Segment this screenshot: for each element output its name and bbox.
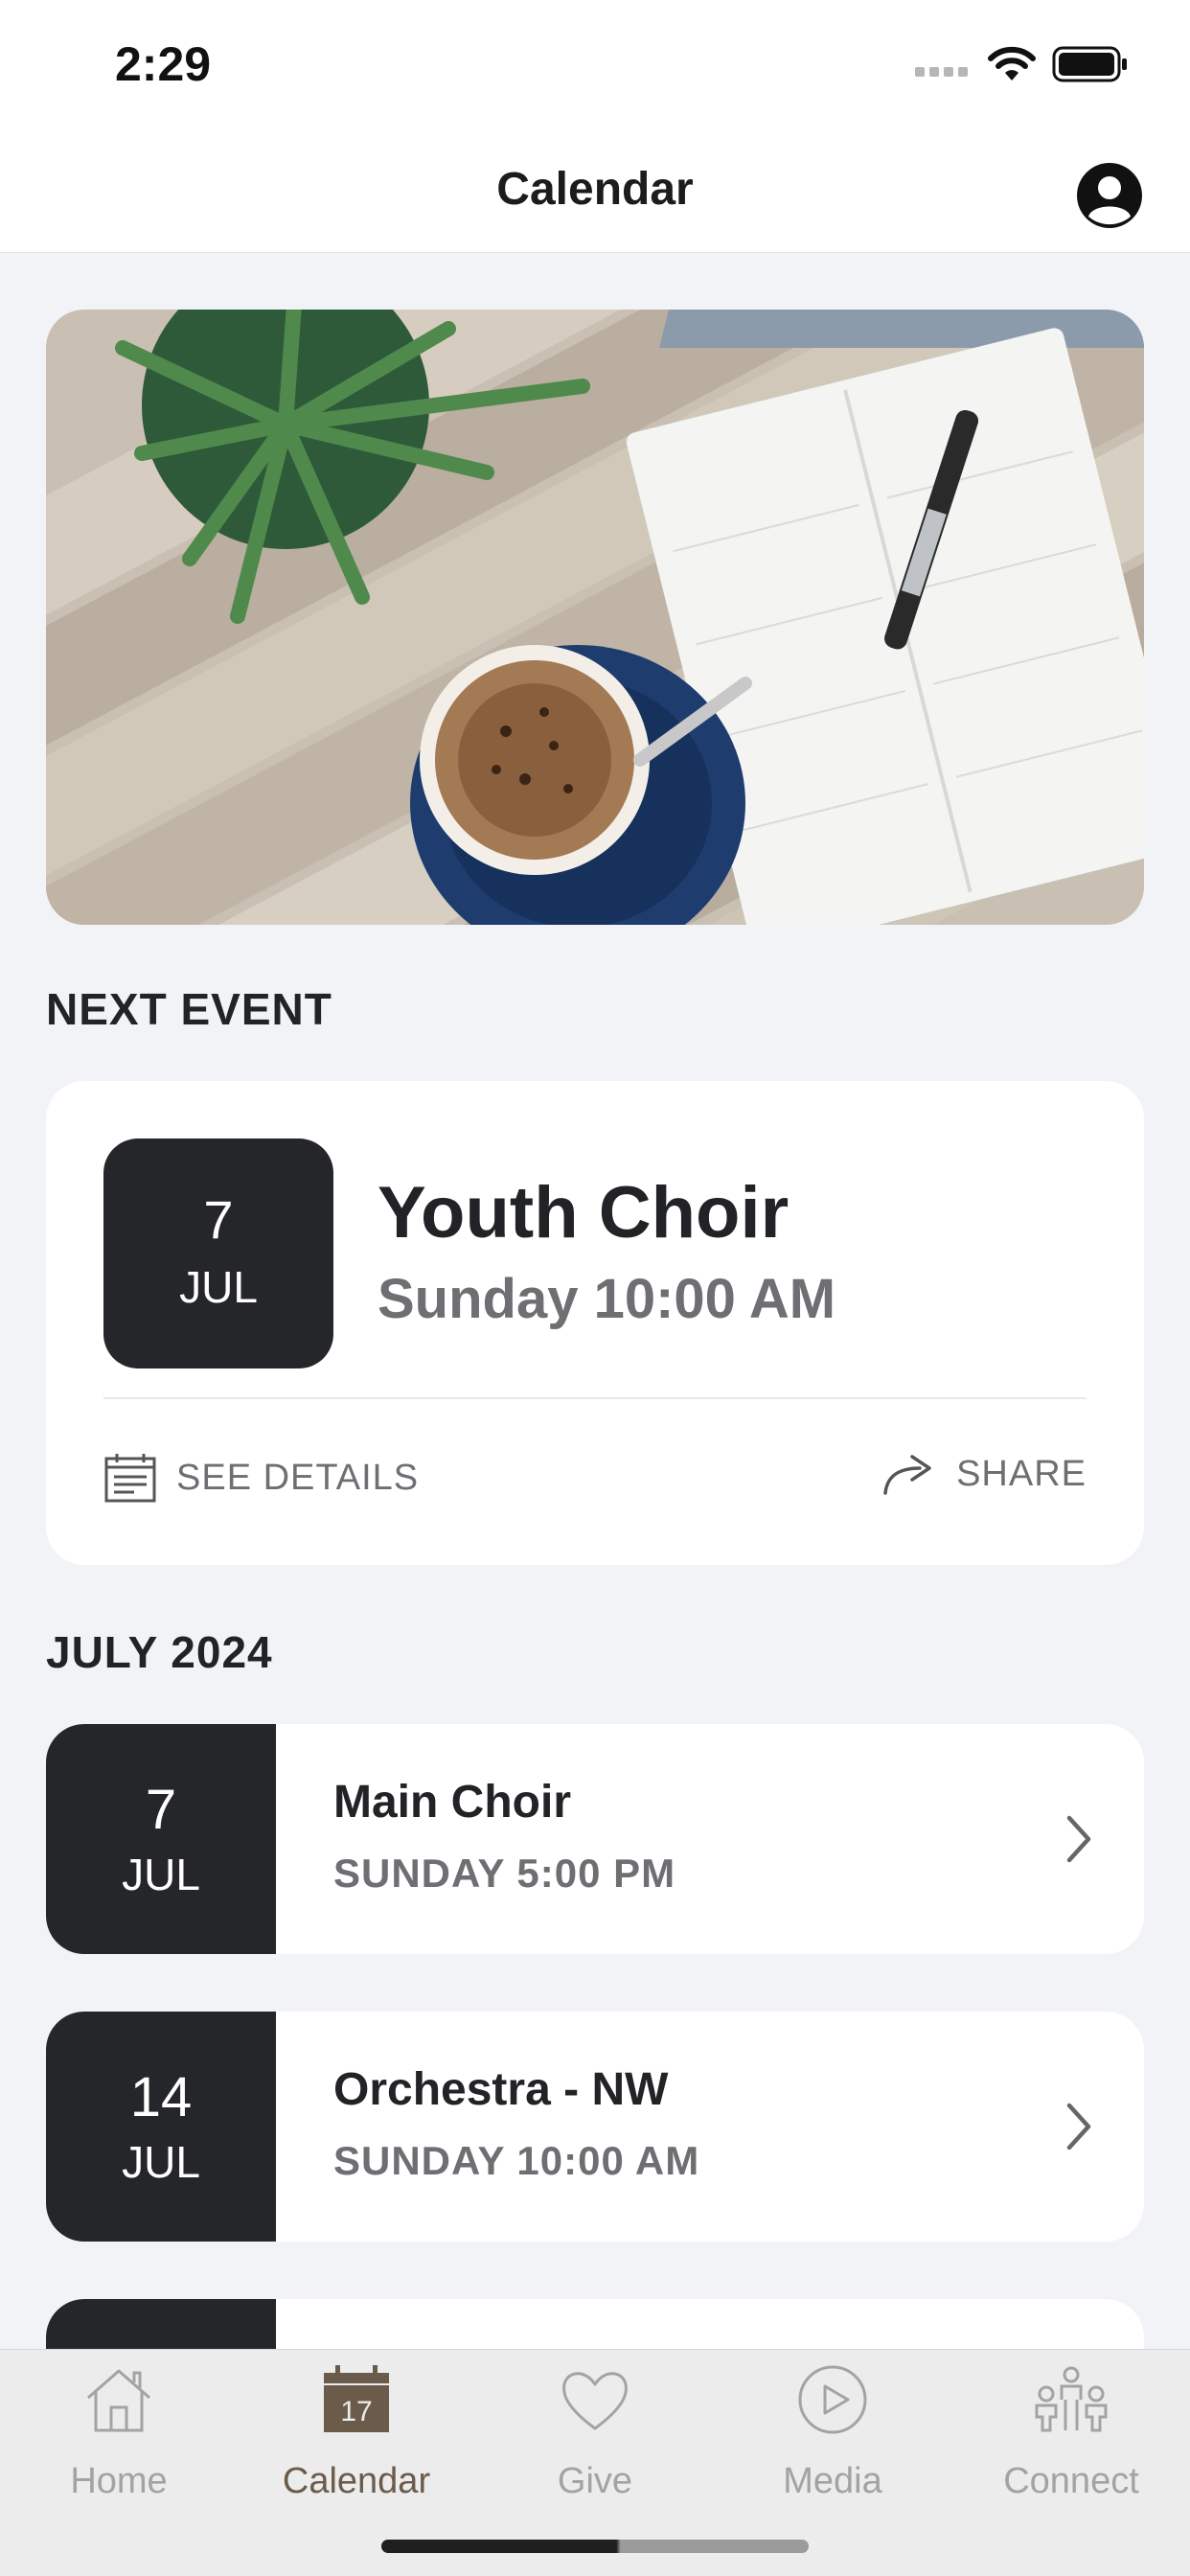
event-date-block: 14 JUL xyxy=(46,2012,276,2242)
tab-give[interactable]: Give xyxy=(476,2350,714,2532)
event-title: Youth Choir xyxy=(378,1172,790,1254)
tab-label: Calendar xyxy=(282,2461,431,2501)
next-event-heading: NEXT EVENT xyxy=(46,984,332,1034)
cellular-signal-icon xyxy=(915,67,968,77)
month-heading: JULY 2024 xyxy=(46,1627,273,1677)
event-date-block: 7 JUL xyxy=(46,1724,276,1954)
event-day: 14 xyxy=(129,2066,193,2128)
chevron-right-icon xyxy=(1066,2103,1091,2150)
calendar-details-icon xyxy=(104,1454,156,1503)
profile-icon[interactable] xyxy=(1075,161,1144,230)
event-title: Orchestra - NW xyxy=(333,2064,669,2115)
tab-home[interactable]: Home xyxy=(0,2350,238,2532)
home-indicator[interactable] xyxy=(381,2540,809,2553)
list-item[interactable]: 7 JUL Main Choir SUNDAY 5:00 PM xyxy=(46,1724,1144,1954)
tab-media[interactable]: Media xyxy=(714,2350,951,2532)
event-time: Sunday 10:00 AM xyxy=(378,1268,836,1330)
status-bar: 2:29 xyxy=(0,0,1190,130)
list-item[interactable]: 14 JUL Orchestra - NW SUNDAY 10:00 AM xyxy=(46,2012,1144,2242)
event-day: 7 xyxy=(203,1189,234,1250)
event-title: Main Choir xyxy=(333,1777,571,1828)
heart-icon xyxy=(562,2372,628,2430)
share-label: SHARE xyxy=(956,1453,1087,1494)
battery-icon xyxy=(1052,46,1127,82)
tab-calendar[interactable]: 17 Calendar xyxy=(238,2350,475,2532)
see-details-button[interactable]: SEE DETAILS xyxy=(103,1451,419,1505)
next-event-card[interactable]: 7 JUL Youth Choir Sunday 10:00 AM SEE DE… xyxy=(46,1081,1144,1565)
tab-label: Home xyxy=(70,2461,168,2501)
wifi-icon xyxy=(988,46,1036,80)
calendar-icon: 17 xyxy=(324,2365,389,2432)
hero-image xyxy=(46,310,1144,925)
tab-label: Media xyxy=(783,2461,882,2501)
nav-bar: Calendar xyxy=(0,130,1190,253)
event-month: JUL xyxy=(179,1262,258,1312)
event-time: SUNDAY 5:00 PM xyxy=(333,1851,676,1896)
share-icon xyxy=(883,1455,931,1495)
tab-label: Give xyxy=(557,2461,633,2501)
home-icon xyxy=(87,2369,150,2432)
event-date-block: 7 JUL xyxy=(103,1138,333,1368)
page-title: Calendar xyxy=(496,164,694,215)
event-day: 7 xyxy=(145,1779,177,1841)
play-icon xyxy=(798,2365,867,2434)
status-time: 2:29 xyxy=(115,37,212,91)
see-details-label: SEE DETAILS xyxy=(176,1457,420,1498)
people-icon xyxy=(1035,2366,1108,2432)
tab-connect[interactable]: Connect xyxy=(952,2350,1190,2532)
divider xyxy=(103,1397,1087,1399)
event-month: JUL xyxy=(122,1850,200,1899)
event-month: JUL xyxy=(122,2137,200,2187)
calendar-icon-number: 17 xyxy=(340,2396,372,2427)
chevron-right-icon xyxy=(1066,1815,1091,1863)
event-time: SUNDAY 10:00 AM xyxy=(333,2138,700,2183)
share-button[interactable]: SHARE xyxy=(881,1451,1087,1497)
tab-label: Connect xyxy=(1003,2461,1139,2501)
